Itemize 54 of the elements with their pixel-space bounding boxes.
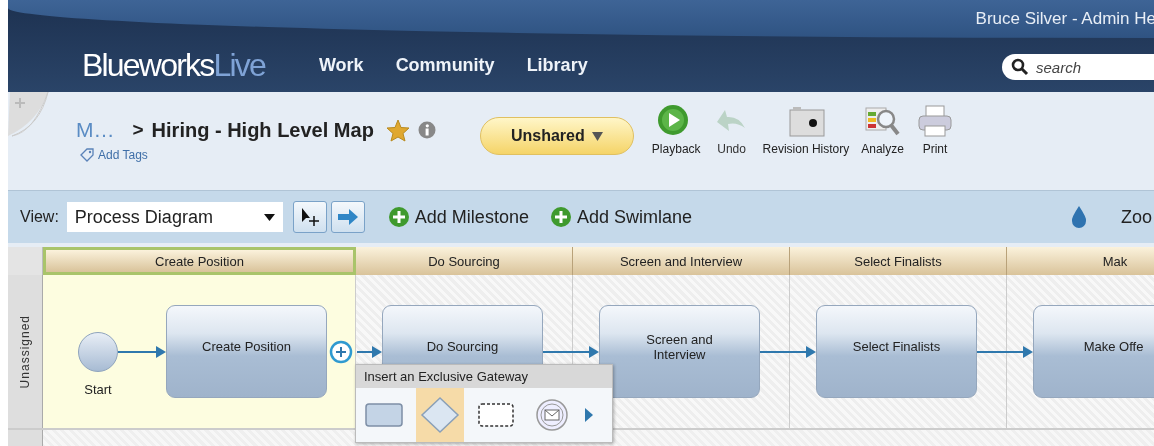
connector-arrow [976,346,1033,358]
task-box[interactable]: Select Finalists [816,305,977,398]
info-icon[interactable] [417,121,436,139]
milestone-header[interactable]: Do Sourcing [356,247,573,275]
logo[interactable]: BlueworksLive [82,46,265,84]
toolbar-button[interactable]: Revision History [758,104,854,156]
connector-arrow [542,346,599,358]
diamond-icon [420,396,460,434]
drop-icon [1070,206,1087,228]
connector-arrow [117,346,166,358]
caret-icon [263,213,275,221]
add-button[interactable]: Add Swimlane [550,206,692,228]
share-button[interactable]: Unshared [479,117,634,155]
event-label: Start [84,381,112,397]
milestone-header[interactable]: Mak [1007,247,1154,275]
add-tags-link[interactable]: Add Tags [80,148,436,162]
document-title: Hiring - High Level Map [151,118,374,142]
add-connector-icon[interactable] [329,340,353,364]
toolbar-button[interactable]: Analyze [857,104,908,156]
more-arrow-icon [584,408,594,422]
nav-link[interactable]: Community [395,54,495,76]
plus-icon [550,207,571,227]
nav-link[interactable]: Work [318,54,364,76]
start-event[interactable] [78,331,118,372]
task-box[interactable]: Make Offe [1033,305,1154,398]
connector-tool-button[interactable] [330,201,365,233]
connector-arrow [356,346,382,358]
task-box[interactable]: Create Position [166,305,327,398]
view-label: View: [20,208,59,226]
connector-arrow [759,346,816,358]
camera-icon [786,104,825,138]
add-button[interactable]: Add Milestone [388,206,529,228]
breadcrumb-separator: > [132,119,144,141]
popup-title: Insert an Exclusive Gateway [356,365,612,388]
pointer-tool-button[interactable] [292,201,327,233]
plus-icon [388,207,409,227]
right-arrow-icon [336,208,359,226]
lane-label[interactable]: Unassigned [18,314,32,389]
toolbar-button[interactable]: Playback [647,104,705,156]
caret-icon [591,131,603,141]
task-box[interactable]: Screen and Interview [599,305,760,398]
search-field[interactable]: search [1002,54,1154,80]
star-icon[interactable] [385,118,410,142]
milestone-header[interactable]: Create Position [43,247,356,275]
milestone-header[interactable]: Select Finalists [790,247,1007,275]
milestone-header[interactable]: Screen and Interview [573,247,790,275]
view-dropdown[interactable]: Process Diagram [66,202,283,232]
toolbar-button[interactable]: Print [911,104,958,156]
zoom-label: Zoo [1120,206,1152,228]
tag-icon [80,148,94,162]
nav-link[interactable]: Library [526,54,588,76]
printer-icon [915,104,954,138]
page-curl-icon [8,92,52,140]
chart-magnifier-icon [863,104,902,138]
